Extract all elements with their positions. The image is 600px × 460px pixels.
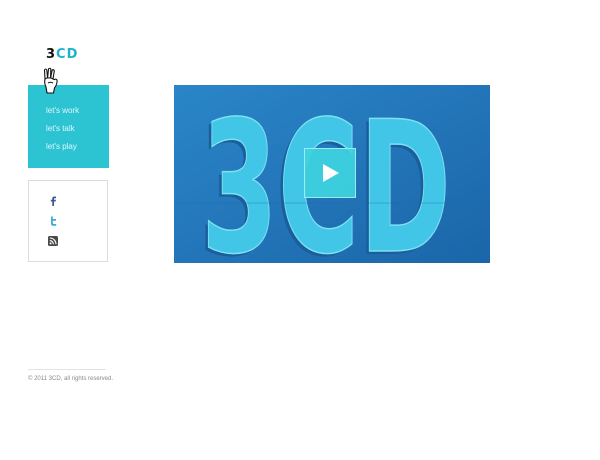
logo[interactable]: 3CD bbox=[46, 48, 78, 62]
play-button[interactable] bbox=[304, 148, 356, 198]
nav-item-lets-talk[interactable]: let's talk bbox=[46, 124, 75, 133]
copyright-text: © 2011 3CD, all rights reserved. bbox=[28, 376, 114, 382]
play-icon bbox=[323, 164, 339, 182]
video-player[interactable]: 3CD 3CD bbox=[174, 85, 490, 263]
three-fingers-hand-icon bbox=[43, 67, 58, 94]
main-nav: let's work let's talk let's play bbox=[28, 85, 109, 168]
twitter-icon[interactable] bbox=[48, 216, 58, 226]
social-links bbox=[28, 180, 108, 262]
rss-icon[interactable] bbox=[48, 236, 58, 246]
logo-number: 3 bbox=[46, 47, 57, 62]
nav-item-lets-work[interactable]: let's work bbox=[46, 106, 79, 115]
nav-item-lets-play[interactable]: let's play bbox=[46, 142, 77, 151]
facebook-icon[interactable] bbox=[48, 196, 58, 206]
footer-divider bbox=[28, 369, 106, 370]
logo-letters: CD bbox=[56, 47, 79, 62]
